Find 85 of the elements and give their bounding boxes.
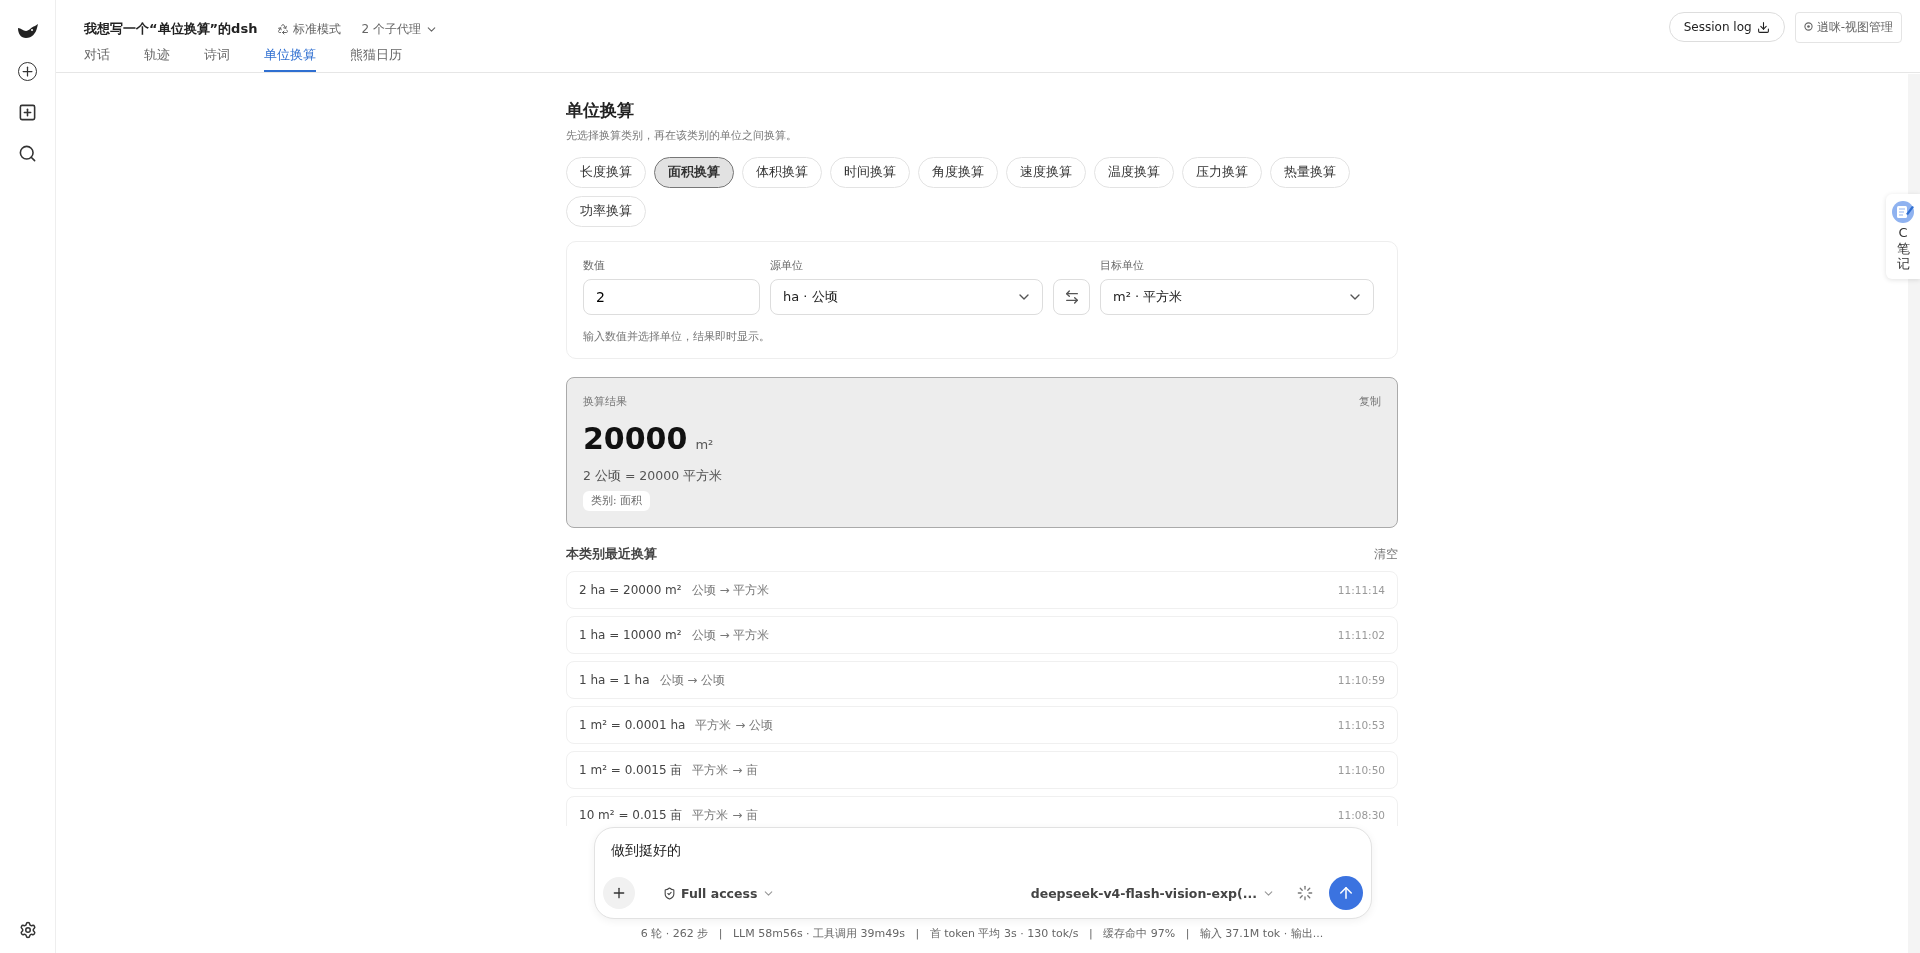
category-chip[interactable]: 功率换算 bbox=[566, 196, 646, 227]
swap-button[interactable] bbox=[1053, 279, 1090, 315]
view-manager-button[interactable]: 逍咪-视图管理 bbox=[1794, 12, 1902, 43]
history-units: 平方米 → 亩 bbox=[692, 761, 759, 779]
field-label: 数值 bbox=[583, 258, 606, 273]
plus-icon bbox=[611, 885, 627, 901]
search-button[interactable] bbox=[18, 144, 37, 163]
loading-spinner-icon bbox=[1297, 885, 1313, 901]
tab[interactable]: 单位换算 bbox=[264, 46, 316, 72]
tab[interactable]: 轨迹 bbox=[144, 46, 170, 72]
download-icon bbox=[1756, 20, 1770, 34]
history-time: 11:11:14 bbox=[1337, 584, 1385, 596]
category-chip[interactable]: 热量换算 bbox=[1270, 157, 1350, 188]
page-subtitle: 先选择换算类别，再在该类别的单位之间换算。 bbox=[566, 128, 798, 143]
history-row[interactable]: 1 m² = 0.0001 ha 平方米 → 公顷 11:10:53 bbox=[566, 706, 1398, 744]
window-title: 我想写一个“单位换算”的dsh bbox=[84, 20, 258, 38]
shield-icon bbox=[663, 886, 676, 900]
category-chip[interactable]: 体积换算 bbox=[742, 157, 822, 188]
settings-icon bbox=[18, 921, 37, 939]
model-dropdown[interactable]: deepseek-v4-flash-vision-exp(... bbox=[1024, 884, 1281, 902]
history-row[interactable]: 1 ha = 10000 m² 公顷 → 平方米 11:11:02 bbox=[566, 616, 1398, 654]
category-chip[interactable]: 长度换算 bbox=[566, 157, 646, 188]
clear-button[interactable]: 清空 bbox=[1374, 546, 1398, 563]
source-unit-select[interactable]: ha · 公顷 bbox=[770, 279, 1043, 315]
tab[interactable]: 对话 bbox=[84, 46, 110, 72]
history-expression: 10 m² = 0.015 亩 bbox=[579, 806, 683, 824]
search-icon bbox=[18, 144, 37, 163]
history-expression: 1 ha = 10000 m² bbox=[579, 628, 682, 642]
field-label: 目标单位 bbox=[1100, 258, 1145, 273]
session-log-button[interactable]: Session log bbox=[1668, 12, 1785, 42]
category-chip[interactable]: 压力换算 bbox=[1182, 157, 1262, 188]
target-unit-select[interactable]: m² · 平方米 bbox=[1100, 279, 1374, 315]
notepad-icon bbox=[1891, 200, 1915, 224]
settings-button[interactable] bbox=[18, 921, 37, 939]
notes-letter: C bbox=[1897, 226, 1909, 241]
history-expression: 1 m² = 0.0001 ha bbox=[579, 718, 686, 732]
history-units: 公顷 → 公顷 bbox=[659, 671, 726, 689]
value-input[interactable]: 2 bbox=[583, 279, 760, 315]
mode-label[interactable]: 标准模式 bbox=[277, 20, 342, 38]
agents-dropdown[interactable]: 2 个子代理 bbox=[361, 20, 438, 38]
new-panel-button[interactable] bbox=[18, 103, 37, 122]
access-dropdown[interactable]: Full access bbox=[657, 884, 782, 902]
history-expression: 1 m² = 0.0015 亩 bbox=[579, 761, 683, 779]
copy-button[interactable]: 复制 bbox=[1359, 394, 1381, 409]
recycle-icon bbox=[277, 23, 290, 35]
square-plus-icon bbox=[18, 103, 37, 122]
history-units: 公顷 → 平方米 bbox=[691, 581, 770, 599]
history-time: 11:10:59 bbox=[1337, 674, 1385, 686]
category-chip[interactable]: 速度换算 bbox=[1006, 157, 1086, 188]
result-label: 换算结果 bbox=[583, 394, 627, 409]
notes-widget[interactable]: C 笔记 bbox=[1886, 194, 1920, 279]
history-time: 11:10:53 bbox=[1337, 719, 1385, 731]
page-title: 单位换算 bbox=[566, 99, 635, 122]
notes-label: 笔记 bbox=[1896, 242, 1910, 271]
message-text[interactable]: 做到挺好的 bbox=[611, 842, 1363, 860]
tab[interactable]: 诗词 bbox=[204, 46, 230, 72]
result-unit: m² bbox=[695, 437, 714, 452]
hint-text: 输入数值并选择单位，结果即时显示。 bbox=[583, 329, 771, 344]
attach-button[interactable] bbox=[603, 877, 635, 909]
history-time: 11:10:50 bbox=[1337, 764, 1385, 776]
history-units: 公顷 → 平方米 bbox=[691, 626, 770, 644]
category-chip[interactable]: 角度换算 bbox=[918, 157, 998, 188]
history-row[interactable]: 1 ha = 1 ha 公顷 → 公顷 11:10:59 bbox=[566, 661, 1398, 699]
history-units: 平方米 → 公顷 bbox=[695, 716, 774, 734]
category-chip[interactable]: 面积换算 bbox=[654, 157, 734, 188]
result-formula: 2 公顷 = 20000 平方米 bbox=[583, 468, 724, 485]
category-chip[interactable]: 温度换算 bbox=[1094, 157, 1174, 188]
field-label: 源单位 bbox=[770, 258, 804, 273]
history-expression: 1 ha = 1 ha bbox=[579, 673, 650, 687]
history-expression: 2 ha = 20000 m² bbox=[579, 583, 682, 597]
category-tag: 类别: 面积 bbox=[583, 491, 650, 511]
stats-text: 6 轮 · 262 步 | LLM 58m56s · 工具调用 39m49s | 首 token 平均 3s · 130 tok/s | 缓存命中 97% | 输入 37.1M tok · 输出... bbox=[639, 926, 1325, 941]
category-chip[interactable]: 时间换算 bbox=[830, 157, 910, 188]
tab[interactable]: 熊猫日历 bbox=[350, 46, 402, 72]
swap-arrows-icon bbox=[1063, 289, 1080, 305]
history-row[interactable]: 2 ha = 20000 m² 公顷 → 平方米 11:11:14 bbox=[566, 571, 1398, 609]
history-time: 11:11:02 bbox=[1337, 629, 1385, 641]
history-title: 本类别最近换算 bbox=[566, 546, 657, 563]
history-row[interactable]: 1 m² = 0.0015 亩 平方米 → 亩 11:10:50 bbox=[566, 751, 1398, 789]
result-value: 20000 bbox=[583, 421, 688, 456]
history-time: 11:08:30 bbox=[1337, 809, 1385, 821]
send-button[interactable] bbox=[1329, 876, 1363, 910]
history-units: 平方米 → 亩 bbox=[692, 806, 759, 824]
circle-dot-icon bbox=[1803, 22, 1813, 31]
scrollbar[interactable] bbox=[1908, 74, 1920, 953]
